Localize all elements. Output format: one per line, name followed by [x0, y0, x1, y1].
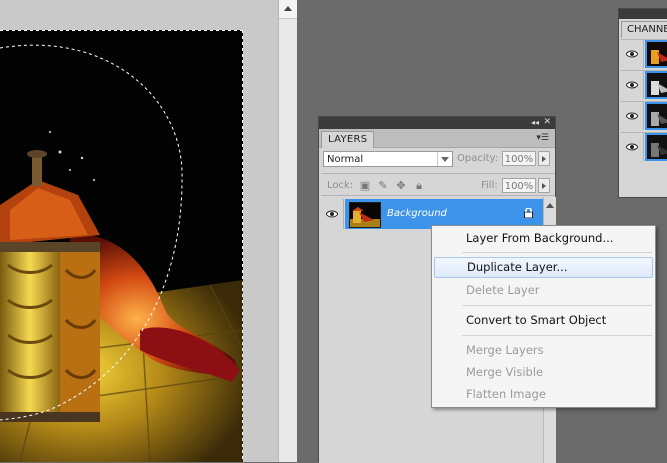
tab-layers[interactable]: LAYERS	[321, 131, 375, 148]
menu-separator	[462, 305, 652, 306]
layer-visibility-toggle[interactable]	[321, 199, 344, 229]
channel-visibility-toggle[interactable]	[621, 40, 644, 68]
opacity-slider-arrow-icon[interactable]	[538, 151, 550, 166]
menu-item-layer-from-background[interactable]: Layer From Background...	[434, 228, 653, 249]
channel-row-green[interactable]	[621, 101, 667, 130]
channels-panel: CHANNELS	[618, 8, 667, 198]
menu-item-convert-to-smart-object[interactable]: Convert to Smart Object	[434, 310, 653, 331]
eye-icon	[326, 210, 338, 218]
lock-options: ▣ ✎ ✥ 🔒︎	[359, 179, 431, 193]
fill-slider-arrow-icon[interactable]	[538, 178, 550, 193]
menu-item-merge-layers[interactable]: Merge Layers	[434, 340, 653, 361]
menu-separator	[462, 335, 652, 336]
channel-thumbnail	[647, 135, 667, 159]
document-canvas[interactable]	[0, 30, 243, 462]
lock-label: Lock:	[327, 180, 354, 191]
layers-panel-titlebar[interactable]: ◂◂ ✕	[319, 117, 555, 129]
layer-thumbnail	[349, 202, 381, 228]
blend-mode-dropdown[interactable]: Normal	[323, 151, 453, 167]
channel-thumbnail	[647, 104, 667, 128]
lock-transparent-pixels-icon[interactable]: ▣	[359, 180, 371, 192]
channel-visibility-toggle[interactable]	[621, 102, 644, 130]
opacity-label: Opacity:	[457, 153, 499, 164]
layer-name: Background	[387, 208, 447, 219]
close-panel-icon[interactable]: ✕	[543, 117, 551, 128]
channel-visibility-toggle[interactable]	[621, 71, 644, 99]
lantern-image	[0, 30, 243, 462]
chevron-down-icon	[437, 152, 452, 166]
eye-icon	[626, 112, 638, 120]
fill-label: Fill:	[481, 180, 498, 191]
document-vertical-scrollbar[interactable]	[278, 0, 297, 462]
channel-thumbnail	[647, 42, 667, 66]
eye-icon	[626, 50, 638, 58]
channel-row-blue[interactable]	[621, 132, 667, 161]
blend-row: Normal Opacity: 100%	[323, 151, 553, 169]
opacity-field[interactable]: 100%	[502, 151, 536, 166]
channel-row-rgb[interactable]	[621, 39, 667, 68]
channels-panel-titlebar[interactable]	[619, 9, 667, 19]
eye-icon	[626, 143, 638, 151]
channel-thumbnail	[647, 73, 667, 97]
fill-field[interactable]: 100%	[502, 178, 536, 193]
panel-menu-icon[interactable]: ▾☰	[536, 133, 549, 143]
menu-separator	[462, 252, 652, 253]
blend-mode-value: Normal	[327, 154, 364, 165]
menu-item-flatten-image[interactable]: Flatten Image	[434, 384, 653, 405]
collapse-panel-icon[interactable]: ◂◂	[531, 118, 539, 128]
lock-image-pixels-icon[interactable]: ✎	[377, 180, 389, 192]
document-window	[0, 0, 297, 462]
tab-channels[interactable]: CHANNELS	[621, 21, 667, 38]
scroll-up-arrow-icon[interactable]	[279, 0, 297, 19]
channel-visibility-toggle[interactable]	[621, 133, 644, 161]
menu-item-delete-layer[interactable]: Delete Layer	[434, 280, 653, 301]
lock-position-icon[interactable]: ✥	[395, 180, 407, 192]
divider	[321, 195, 555, 196]
layers-tab-strip: LAYERS ▾☰	[319, 129, 555, 148]
layer-context-menu: Layer From Background... Duplicate Layer…	[431, 225, 656, 408]
divider	[321, 173, 555, 174]
lock-all-icon[interactable]: 🔒︎	[413, 180, 425, 192]
menu-item-duplicate-layer[interactable]: Duplicate Layer...	[434, 257, 653, 278]
channel-row-red[interactable]	[621, 70, 667, 99]
menu-item-merge-visible[interactable]: Merge Visible	[434, 362, 653, 383]
eye-icon	[626, 81, 638, 89]
lock-icon	[524, 208, 533, 218]
